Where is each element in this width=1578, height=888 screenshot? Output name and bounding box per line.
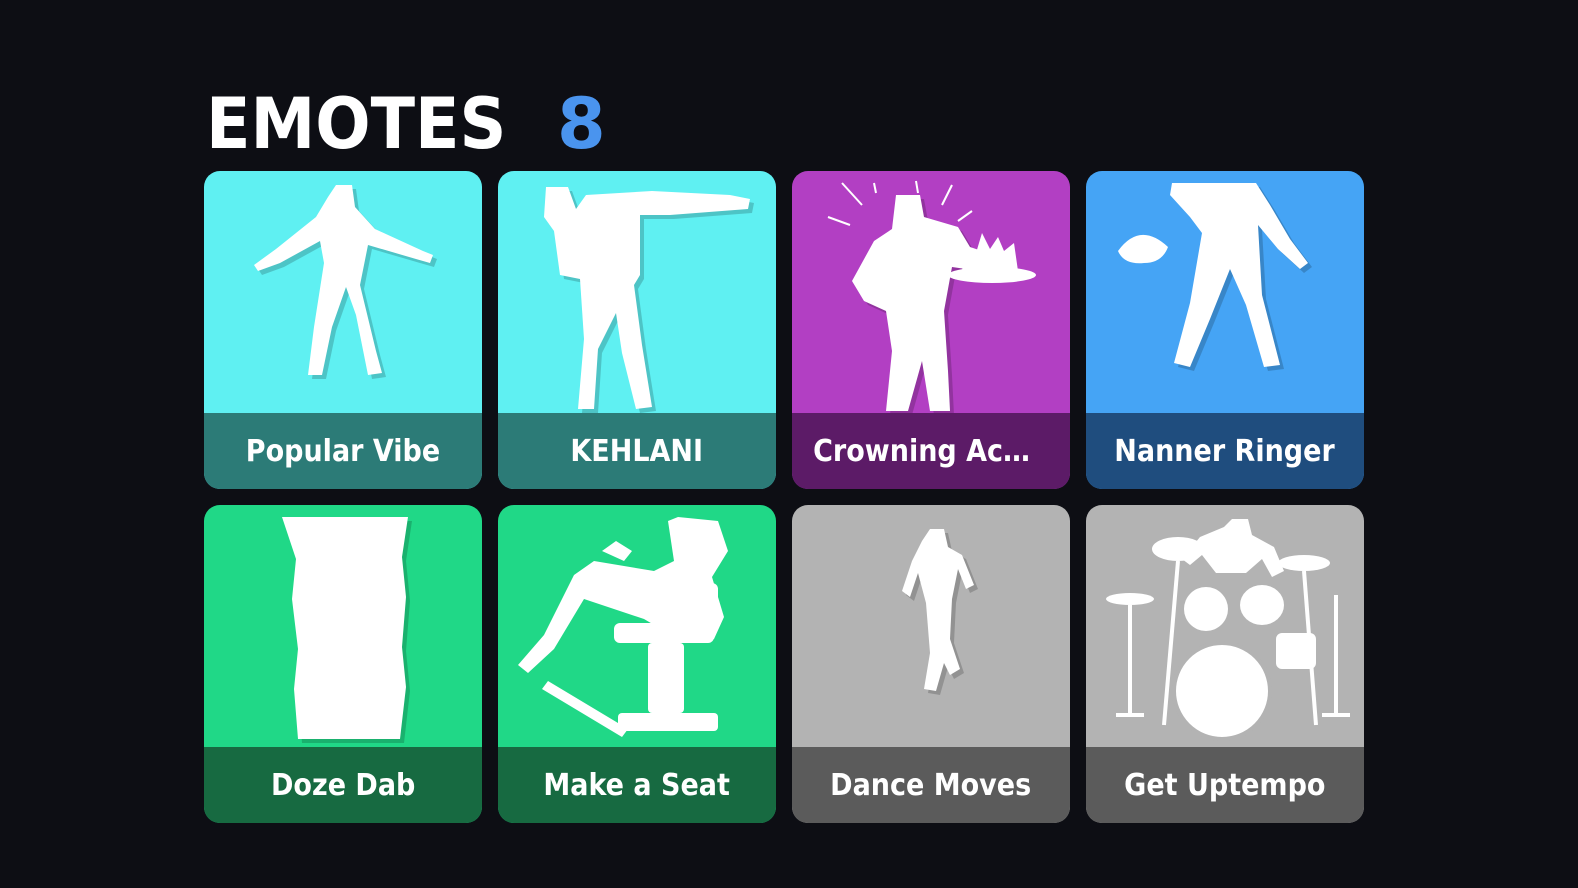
emote-label-band: Nanner Ringer bbox=[1086, 413, 1364, 489]
emote-art bbox=[498, 171, 776, 413]
emote-card-doze-dab[interactable]: Doze Dab bbox=[204, 505, 482, 823]
emote-label-band: KEHLANI bbox=[498, 413, 776, 489]
emote-name: Make a Seat bbox=[543, 767, 731, 803]
emote-label-band: Popular Vibe bbox=[204, 413, 482, 489]
emote-label-band: Dance Moves bbox=[792, 747, 1070, 823]
emote-art bbox=[204, 171, 482, 413]
figure-with-cake-icon bbox=[827, 180, 1036, 413]
figure-with-banana-icon bbox=[1118, 183, 1312, 371]
emote-name: Doze Dab bbox=[270, 767, 416, 803]
emotes-page: EMOTES 8 Popular Vibe KEHLANI Crowning A… bbox=[0, 0, 1578, 888]
emote-art bbox=[204, 505, 482, 747]
emote-card-get-uptempo[interactable]: Get Uptempo bbox=[1086, 505, 1364, 823]
drummer-kit-icon bbox=[1106, 519, 1350, 741]
emote-label-band: Crowning Ach... bbox=[792, 413, 1070, 489]
figure-in-chair-icon bbox=[518, 517, 728, 737]
emote-art bbox=[792, 505, 1070, 747]
emote-art bbox=[498, 505, 776, 747]
dancer-arms-out-icon bbox=[254, 185, 437, 379]
emote-art bbox=[792, 171, 1070, 413]
sleeping-dab-icon bbox=[282, 517, 412, 743]
emote-count: 8 bbox=[556, 83, 606, 165]
section-title: EMOTES bbox=[206, 83, 507, 165]
emote-card-crowning-achievement[interactable]: Crowning Ach... bbox=[792, 171, 1070, 489]
emote-name: Dance Moves bbox=[830, 767, 1032, 803]
emote-name: Nanner Ringer bbox=[1114, 433, 1336, 469]
emote-label-band: Get Uptempo bbox=[1086, 747, 1364, 823]
emote-name: Get Uptempo bbox=[1124, 767, 1326, 803]
emote-grid: Popular Vibe KEHLANI Crowning Ach... Nan… bbox=[204, 171, 1364, 823]
emote-art bbox=[1086, 505, 1364, 747]
emote-name: Popular Vibe bbox=[245, 433, 441, 469]
emote-card-dance-moves[interactable]: Dance Moves bbox=[792, 505, 1070, 823]
emote-label-band: Make a Seat bbox=[498, 747, 776, 823]
dancer-pointing-icon bbox=[544, 187, 754, 413]
emote-card-popular-vibe[interactable]: Popular Vibe bbox=[204, 171, 482, 489]
dancer-running-icon bbox=[902, 529, 978, 695]
emote-card-make-a-seat[interactable]: Make a Seat bbox=[498, 505, 776, 823]
emote-card-kehlani[interactable]: KEHLANI bbox=[498, 171, 776, 489]
emotes-header: EMOTES 8 bbox=[206, 83, 606, 165]
emote-name: KEHLANI bbox=[570, 433, 704, 469]
emote-label-band: Doze Dab bbox=[204, 747, 482, 823]
emote-art bbox=[1086, 171, 1364, 413]
emote-card-nanner-ringer[interactable]: Nanner Ringer bbox=[1086, 171, 1364, 489]
emote-name: Crowning Ach... bbox=[813, 433, 1049, 469]
